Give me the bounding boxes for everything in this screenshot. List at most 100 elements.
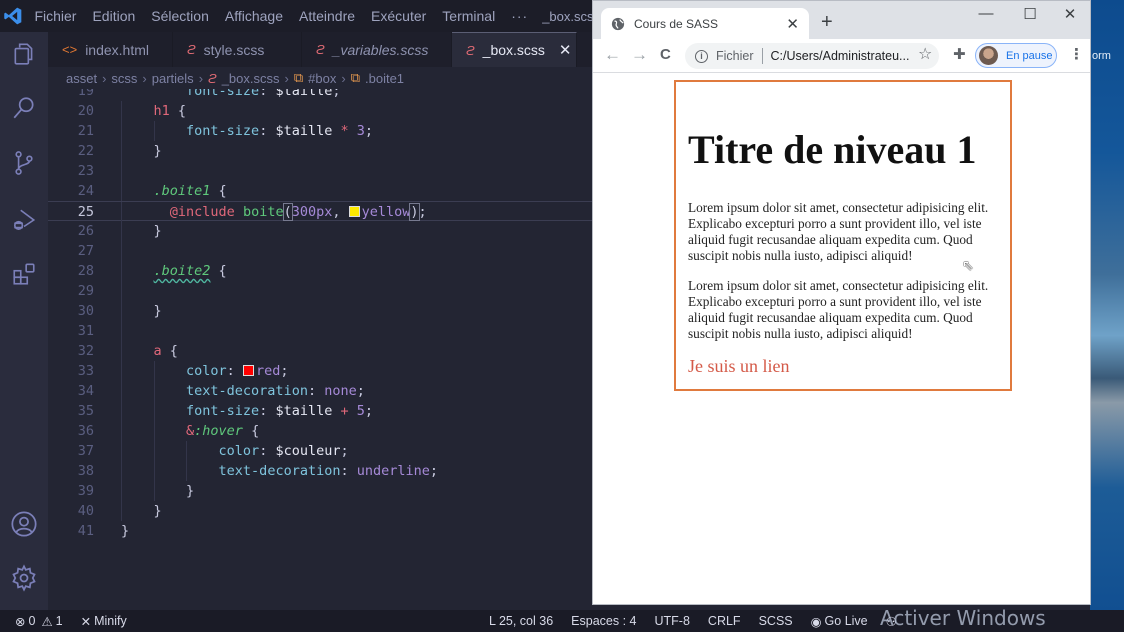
- code-line[interactable]: 20 h1 {: [48, 101, 592, 121]
- code-line[interactable]: 25 @include boite(300px, yellow);: [48, 201, 592, 222]
- tab-label: style.scss: [203, 41, 265, 58]
- close-tab-icon[interactable]: ✕: [786, 15, 799, 33]
- menu-more-button[interactable]: ···: [503, 8, 536, 24]
- explorer-icon[interactable]: [8, 38, 40, 70]
- go-live-button[interactable]: ◉ Go Live: [802, 614, 877, 629]
- code-line[interactable]: 40}: [48, 501, 592, 521]
- browser-tab-strip: Cours de SASS ✕ + — ☐ ✕: [593, 1, 1090, 39]
- tab-variables-scss[interactable]: ϩ _variables.scss: [302, 32, 452, 67]
- sass-icon: ϩ: [466, 42, 475, 58]
- close-icon[interactable]: ✕: [559, 41, 572, 59]
- forward-button[interactable]: →: [631, 45, 648, 65]
- search-icon[interactable]: [8, 92, 40, 124]
- code-text: }: [186, 481, 194, 501]
- breadcrumb-item[interactable]: scss: [111, 71, 137, 86]
- indent-guide: [121, 501, 122, 521]
- address-bar[interactable]: i Fichier C:/Users/Administrateu...: [685, 43, 939, 69]
- indent-guide: [153, 381, 155, 401]
- breadcrumb-item[interactable]: .boite1: [365, 71, 404, 86]
- extensions-puzzle-icon[interactable]: ✚: [953, 45, 966, 63]
- more-menu-icon[interactable]: ⋮: [1069, 45, 1084, 63]
- sass-icon: ϩ: [316, 42, 325, 57]
- minify-button[interactable]: ✕ Minify: [72, 614, 136, 629]
- code-token: a: [153, 343, 162, 359]
- code-line[interactable]: 34 text-decoration: none;: [48, 381, 592, 401]
- browser-tab[interactable]: Cours de SASS ✕: [601, 8, 809, 39]
- breadcrumb-item[interactable]: #box: [308, 71, 336, 86]
- code-line[interactable]: 28 .boite2 {: [48, 261, 592, 281]
- code-editor[interactable]: 19 font-size: $taille; 20 h1 {21 font-size: …: [48, 89, 592, 610]
- go-live-label: Go Live: [824, 614, 868, 628]
- code-line[interactable]: 36 &:hover {: [48, 421, 592, 441]
- breadcrumb-item[interactable]: asset: [66, 71, 97, 86]
- code-line[interactable]: 24 .boite1 {: [48, 181, 592, 201]
- page-link[interactable]: Je suis un lien: [688, 356, 998, 377]
- problems-indicator[interactable]: ⊗ 0 ⚠ 1: [6, 614, 72, 629]
- bookmark-star-icon[interactable]: ☆: [918, 44, 932, 64]
- info-icon[interactable]: i: [695, 49, 708, 63]
- code-line[interactable]: 22}: [48, 141, 592, 161]
- extensions-icon[interactable]: [8, 258, 40, 290]
- chevron-right-icon: ›: [341, 70, 346, 86]
- breadcrumb-item[interactable]: _box.scss: [222, 71, 280, 86]
- code-line[interactable]: 31: [48, 321, 592, 341]
- menu-selection[interactable]: Sélection: [143, 8, 217, 24]
- color-swatch[interactable]: [242, 365, 254, 376]
- settings-gear-icon[interactable]: [8, 562, 40, 594]
- reload-button[interactable]: C: [660, 46, 671, 63]
- cursor-position[interactable]: L 25, col 36: [480, 614, 562, 628]
- profile-button[interactable]: En pause: [975, 43, 1057, 68]
- new-tab-button[interactable]: +: [821, 11, 833, 34]
- indent-guide: [121, 421, 122, 441]
- code-line[interactable]: 29: [48, 281, 592, 301]
- menu-terminal[interactable]: Terminal: [434, 8, 503, 24]
- maximize-button[interactable]: ☐: [1015, 5, 1045, 23]
- tab-label: _box.scss: [482, 42, 545, 58]
- code-line[interactable]: 23: [48, 161, 592, 181]
- code-line[interactable]: 38 text-decoration: underline;: [48, 461, 592, 481]
- code-text: font-size: $taille;: [186, 89, 340, 101]
- close-window-button[interactable]: ✕: [1055, 5, 1085, 23]
- account-icon[interactable]: [8, 508, 40, 540]
- encoding[interactable]: UTF-8: [646, 614, 699, 628]
- indent-guide: [121, 221, 122, 241]
- indent-guide: [153, 401, 155, 421]
- menu-edition[interactable]: Edition: [84, 8, 143, 24]
- code-line[interactable]: 41}: [48, 521, 592, 541]
- code-line[interactable]: 30}: [48, 301, 592, 321]
- code-line[interactable]: 39}: [48, 481, 592, 501]
- run-debug-icon[interactable]: [8, 204, 40, 236]
- code-line[interactable]: 21 font-size: $taille * 3;: [48, 121, 592, 141]
- menu-affichage[interactable]: Affichage: [217, 8, 291, 24]
- tab-box-scss[interactable]: ϩ _box.scss ✕: [452, 32, 577, 67]
- code-line[interactable]: 32 a {: [48, 341, 592, 361]
- code-token: $couleur: [275, 443, 341, 459]
- code-token: :: [307, 383, 325, 399]
- warning-count: 1: [55, 614, 63, 628]
- code-token: {: [169, 103, 187, 119]
- source-control-icon[interactable]: [8, 147, 40, 179]
- minify-label: Minify: [94, 614, 127, 628]
- menu-atteindre[interactable]: Atteindre: [291, 8, 363, 24]
- code-line[interactable]: 33 color: red;: [48, 361, 592, 381]
- desktop-background: [1090, 0, 1124, 610]
- color-swatch[interactable]: [348, 206, 360, 217]
- code-line[interactable]: 27: [48, 241, 592, 261]
- minimize-button[interactable]: —: [971, 5, 1001, 22]
- code-line[interactable]: 26}: [48, 221, 592, 241]
- end-of-line[interactable]: CRLF: [699, 614, 750, 628]
- title-bar: Fichier Edition Sélection Affichage Atte…: [0, 0, 600, 32]
- menu-fichier[interactable]: Fichier: [26, 8, 84, 24]
- code-line[interactable]: 35 font-size: $taille + 5;: [48, 401, 592, 421]
- menu-executer[interactable]: Exécuter: [363, 8, 434, 24]
- tab-index-html[interactable]: <> index.html: [48, 32, 173, 67]
- code-line[interactable]: 37 color: $couleur;: [48, 441, 592, 461]
- code-token: :: [259, 403, 276, 419]
- code-line[interactable]: 19 font-size: $taille;: [48, 89, 592, 101]
- code-token: +: [332, 403, 357, 419]
- back-button[interactable]: ←: [604, 45, 621, 65]
- tab-style-scss[interactable]: ϩ style.scss: [173, 32, 302, 67]
- breadcrumb-item[interactable]: partiels: [152, 71, 194, 86]
- language-mode[interactable]: SCSS: [750, 614, 802, 628]
- indentation[interactable]: Espaces : 4: [562, 614, 645, 628]
